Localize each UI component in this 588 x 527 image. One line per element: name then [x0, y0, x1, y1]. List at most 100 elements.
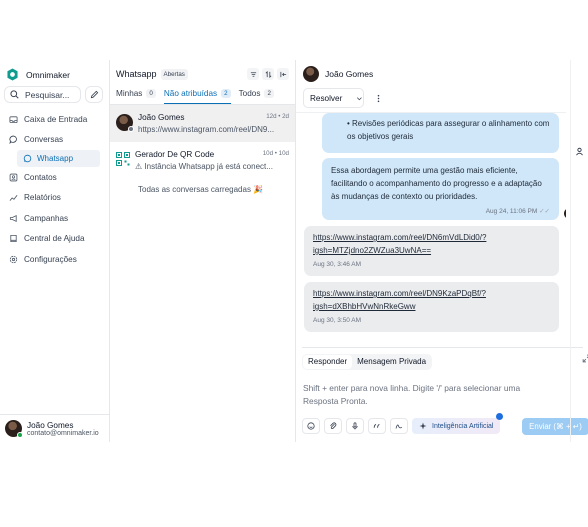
emoji-icon [307, 422, 315, 430]
chevron-down-icon [357, 96, 363, 100]
contact-name[interactable]: João Gomes [325, 69, 373, 79]
ai-label: Inteligência Artificial [432, 422, 494, 430]
message-bubble-outgoing: • Revisões periódicas para assegurar o a… [322, 113, 559, 153]
sidebar-item-configuracoes[interactable]: Configurações [0, 249, 109, 270]
list-header-actions [247, 68, 289, 80]
sidebar-item-inbox[interactable]: Caixa de Entrada [0, 109, 109, 130]
signature-button[interactable] [390, 418, 408, 434]
search-input[interactable]: Pesquisar... [4, 86, 82, 103]
message-link[interactable]: igsh=dXBhbHVwNnRkeGww [313, 300, 550, 313]
message-line: facilitando o acompanhamento do progress… [331, 179, 542, 188]
message-input[interactable]: Shift + enter para nova linha. Digite '/… [303, 382, 553, 408]
composer-toolbar: Inteligência Artificial [302, 413, 504, 434]
tab-mensagem-privada[interactable]: Mensagem Privada [352, 355, 431, 369]
collapse-button[interactable] [277, 68, 289, 80]
quote-icon [373, 423, 380, 428]
audio-button[interactable] [346, 418, 364, 434]
sidebar-nav: Caixa de Entrada Conversas Whatsapp Cont… [0, 109, 109, 270]
sparkle-icon [419, 422, 427, 430]
microphone-icon [352, 422, 358, 430]
resolve-button[interactable]: Resolver [303, 88, 364, 108]
brand[interactable]: Omnimaker [0, 60, 109, 82]
avatar [5, 420, 23, 438]
filter-button[interactable] [247, 68, 259, 80]
more-vertical-icon[interactable] [374, 94, 383, 103]
conversation-preview: https://www.instagram.com/reel/DN9... [138, 125, 275, 134]
brand-name: Omnimaker [26, 69, 70, 80]
sidebar-item-conversas[interactable]: Conversas [0, 130, 109, 151]
megaphone-icon [9, 214, 17, 222]
tab-minhas[interactable]: Minhas 0 [116, 88, 156, 104]
user-profile-icon[interactable] [575, 147, 584, 156]
sidebar-item-label: Configurações [24, 254, 77, 264]
tab-count: 0 [146, 89, 156, 98]
conversation-preview: ⚠ Instância Whatsapp já está conect... [135, 162, 273, 171]
brand-logo-icon [7, 68, 18, 81]
message-meta: Aug 24, 11:06 PM ✓✓ [331, 205, 550, 218]
message-time: Aug 24, 11:06 PM [485, 208, 538, 215]
sidebar-item-label: Conversas [24, 135, 64, 145]
sidebar-item-central-de-ajuda[interactable]: Central de Ajuda [0, 229, 109, 250]
chat-panel: João Gomes Resolver • Revisões periódica… [296, 60, 588, 442]
sort-icon [265, 70, 271, 78]
all-loaded-message: Todas as conversas carregadas 🎉 [138, 185, 264, 194]
user-name: João Gomes [27, 420, 74, 430]
qr-code-icon [116, 152, 130, 166]
message-line: os objetivos gerais [347, 132, 414, 141]
search-placeholder: Pesquisar... [25, 89, 70, 100]
collapse-icon [279, 71, 286, 77]
tab-count: 2 [264, 89, 274, 98]
message-link[interactable]: igsh=MTZjdno2ZWZua3UwNA== [313, 244, 550, 257]
search-row: Pesquisar... [0, 82, 109, 103]
sidebar-item-contatos[interactable]: Contatos [0, 167, 109, 188]
read-check-icon: ✓✓ [539, 208, 550, 215]
conversation-time: 10d • 10d [262, 150, 289, 157]
conversation-body: João Gomes 12d • 2d https://www.instagra… [138, 113, 289, 142]
whatsapp-channel-badge [128, 126, 134, 132]
composer-mode-tabs: Responder Mensagem Privada [302, 354, 433, 370]
ai-assistant-button[interactable]: Inteligência Artificial [412, 413, 504, 434]
contact-details-rail [570, 60, 588, 442]
tab-count: 2 [221, 89, 231, 98]
placeholder-line: Resposta Pronta. [303, 396, 368, 406]
message-line: • Revisões periódicas para assegurar o a… [347, 119, 550, 128]
conversation-name: João Gomes [138, 113, 185, 122]
contact-avatar[interactable] [303, 66, 319, 82]
sidebar-item-label: Central de Ajuda [24, 234, 85, 244]
conversation-item[interactable]: Gerador De QR Code 10d • 10d ⚠ Instância… [110, 142, 295, 179]
sidebar-item-campanhas[interactable]: Campanhas [0, 208, 109, 229]
sort-button[interactable] [262, 68, 274, 80]
chart-icon [9, 195, 18, 202]
conversation-list-panel: Whatsapp Abertas Minhas 0 Não atribuídas… [110, 60, 296, 442]
sidebar: Omnimaker Pesquisar... Caixa de Entrada … [0, 60, 110, 442]
compose-button[interactable] [85, 86, 103, 103]
message-line: Essa abordagem permite uma gestão mais e… [331, 166, 518, 175]
signature-icon [395, 424, 403, 429]
message-thread: • Revisões periódicas para assegurar o a… [296, 112, 566, 343]
message-time: Aug 30, 3:50 AM [313, 317, 362, 324]
tab-responder[interactable]: Responder [303, 355, 353, 369]
tab-nao-atribuidas[interactable]: Não atribuídas 2 [163, 88, 231, 104]
inbox-icon [9, 116, 18, 123]
quick-reply-button[interactable] [368, 418, 386, 434]
tab-todos[interactable]: Todos 2 [239, 88, 274, 104]
current-user[interactable]: João Gomes contato@omnimaker.io [0, 414, 110, 442]
message-line: às mudanças de contexto ou prioridades. [331, 192, 478, 201]
sidebar-item-label: Campanhas [24, 213, 69, 223]
message-time: Aug 30, 3:46 AM [313, 261, 362, 268]
contact-avatar [116, 114, 134, 132]
conversation-item[interactable]: João Gomes 12d • 2d https://www.instagra… [110, 105, 295, 142]
message-bubble-incoming: https://www.instagram.com/reel/DN6mVdLDi… [304, 226, 559, 276]
sidebar-item-relatorios[interactable]: Relatórios [0, 188, 109, 209]
search-icon [10, 90, 19, 99]
assignment-tabs: Minhas 0 Não atribuídas 2 Todos 2 [110, 88, 295, 105]
attach-button[interactable] [324, 418, 342, 434]
emoji-button[interactable] [302, 418, 320, 434]
status-badge[interactable]: Abertas [160, 68, 188, 80]
message-bubble-outgoing: Essa abordagem permite uma gestão mais e… [322, 158, 559, 220]
chat-header: João Gomes [296, 60, 588, 88]
message-link[interactable]: https://www.instagram.com/reel/DN9KzaPDq… [313, 287, 550, 300]
sidebar-subitem-whatsapp[interactable]: Whatsapp [17, 150, 100, 167]
gear-icon [9, 255, 18, 263]
message-link[interactable]: https://www.instagram.com/reel/DN6mVdLDi… [313, 231, 550, 244]
